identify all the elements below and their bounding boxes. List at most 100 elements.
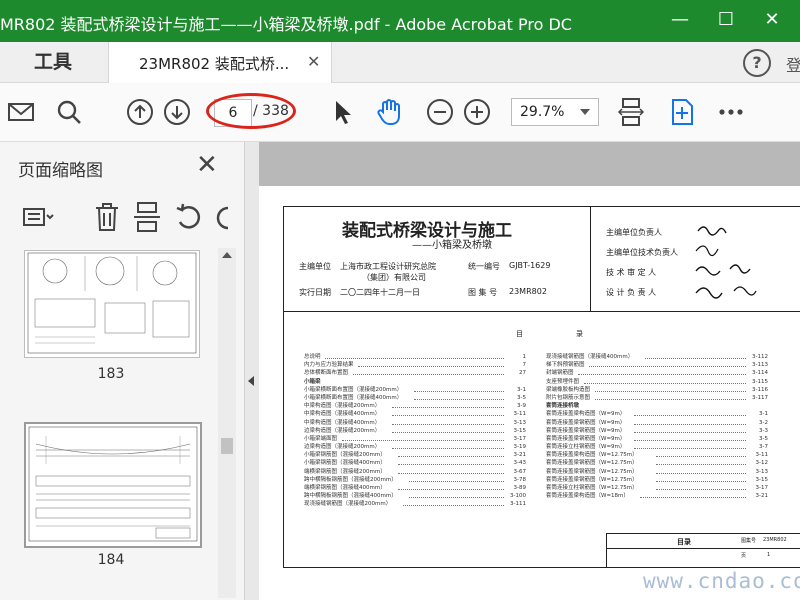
role-label: 技 术 审 定 人 (606, 268, 657, 277)
panel-splitter[interactable] (245, 142, 259, 600)
toc-entry: 套筒连接立柱钢筋图（W=9m） 3-7 (546, 443, 768, 451)
toc-entry: 边梁构造图（混接缝200mm） 3-19 (304, 443, 526, 451)
header-divider (590, 207, 591, 311)
rotate-counterclockwise-icon[interactable] (172, 200, 206, 234)
toc-leader-dots (639, 497, 746, 499)
toc-entry-page: 3-1 (759, 411, 768, 418)
delete-icon[interactable] (90, 200, 124, 234)
toc-leader-dots (656, 464, 746, 466)
more-options-icon[interactable] (716, 97, 746, 127)
close-panel-icon[interactable]: ✕ (196, 150, 218, 180)
tab-document[interactable]: 23MR802 装配式桥... ✕ (108, 42, 332, 83)
toc-leader-dots (358, 366, 504, 368)
toc-entry-title: 边梁构造图（混接缝200mm） (304, 444, 381, 451)
hand-tool-icon[interactable] (374, 97, 404, 127)
toc-entry: 套筒连接盖梁钢筋图（W=9m） 3-3 (546, 427, 768, 435)
toc-leader-dots (392, 448, 504, 450)
toc-entry-page: 3-112 (752, 354, 768, 360)
extract-pages-icon[interactable] (130, 200, 164, 234)
title-block-code-label: 图集号 (741, 538, 757, 544)
toc-leader-dots (392, 431, 504, 433)
toc-entry-title: 跨中横隔板钢筋图（混接缝400mm） (304, 493, 397, 500)
scrollbar-thumb[interactable] (221, 438, 233, 454)
toc-entry-page: 3-43 (513, 460, 526, 467)
zoom-in-icon[interactable] (462, 97, 492, 127)
toc-entry-page: 3-15 (513, 427, 526, 434)
toc-leader-dots (634, 431, 746, 433)
toc-leader-dots (589, 366, 746, 368)
page-thumbnail-184[interactable] (24, 422, 202, 548)
toc-leader-dots (645, 358, 746, 359)
thumbnails-scrollbar[interactable] (218, 248, 236, 598)
toc-entry-page: 3-21 (513, 452, 526, 459)
toc-heading: 录 (576, 330, 583, 338)
toc-entry: 小箱梁端面图 3-17 (304, 435, 526, 443)
email-icon[interactable] (6, 97, 36, 127)
toc-entry-page: 3-7 (759, 444, 768, 451)
toc-leader-dots (578, 374, 746, 376)
toc-entry: 小箱梁钢筋图（混接缝400mm） 3-43 (304, 459, 526, 467)
toc-entry-page: 3-11 (513, 411, 526, 418)
rotate-clockwise-icon[interactable] (214, 200, 228, 234)
minimize-icon[interactable]: — (670, 9, 690, 31)
toc-entry: 套筒连接盖梁构造图（W=12.75m） 3-11 (546, 451, 768, 459)
toc-entry: 套筒连接桥墩 (546, 402, 768, 410)
toc-entry-page: 3-100 (510, 493, 526, 500)
tab-document-label: 23MR802 装配式桥... (139, 55, 290, 73)
toc-entry-title: 套筒连接桥墩 (546, 403, 580, 410)
toc-entry: 套筒连接立柱钢筋图（W=12.75m） 3-17 (546, 484, 768, 492)
help-icon[interactable]: ? (743, 49, 771, 77)
toc-entry-title: 封端钢筋图 (546, 370, 574, 377)
toc-entry: 梁端橡胶板构造图 3-116 (546, 386, 768, 394)
toc-entry-page: 3-17 (513, 435, 526, 442)
toc-entry: 内力与应力验算结果 7 (304, 361, 526, 369)
tab-tools[interactable]: 工具 (0, 42, 106, 82)
toc-entry-title: 套筒连接立柱钢筋图（W=9m） (546, 444, 626, 451)
toc-entry-page: 3-3 (759, 427, 768, 434)
toc-entry-title: 中梁构造图（混接缝200mm） (304, 403, 381, 410)
scroll-up-arrow-icon[interactable] (222, 252, 232, 258)
toc-entry-title: 跨中横隔板钢筋图（混接缝200mm） (304, 476, 397, 483)
close-tab-icon[interactable]: ✕ (307, 52, 320, 71)
chevron-down-icon (580, 109, 590, 115)
previous-page-icon[interactable] (125, 97, 155, 127)
toc-entry-title: 现浇接缝钢筋图（混接缝200mm） (304, 501, 392, 508)
thumbnail-label: 183 (97, 366, 125, 382)
toc-leader-dots (341, 439, 504, 441)
org-label: 主编单位 (299, 262, 331, 271)
zoom-out-icon[interactable] (425, 97, 455, 127)
read-mode-icon[interactable] (667, 97, 697, 127)
close-window-icon[interactable]: ✕ (762, 9, 782, 31)
toc-leader-dots (656, 489, 746, 490)
main-toolbar: 6 / 338 29.7% (0, 83, 800, 142)
toc-entry: 边梁构造图（混接缝200mm） 3-15 (304, 427, 526, 435)
org-name: 上海市政工程设计研究总院 (340, 262, 436, 271)
select-cursor-icon[interactable] (327, 97, 357, 127)
toc-entry: 套筒连接盖梁构造图（W=18m） 3-21 (546, 492, 768, 500)
collapse-panel-arrow-icon[interactable] (248, 376, 254, 386)
toc-entry-page: 27 (519, 370, 526, 377)
toc-entry: 小箱梁钢筋图（混接缝200mm） 3-21 (304, 451, 526, 459)
toc-entry: 总说明 1 (304, 353, 526, 361)
toc-entry-page: 3-5 (517, 394, 526, 401)
sign-in-link[interactable]: 登 (786, 52, 800, 76)
fit-page-icon[interactable] (616, 97, 646, 127)
toc-entry-page: 3-113 (752, 362, 768, 369)
maximize-icon[interactable]: ☐ (716, 9, 736, 31)
toc-entry: 小箱梁横断面布置图（混接缝400mm） 3-5 (304, 394, 526, 402)
toc-entry-page: 3-13 (513, 419, 526, 426)
toc-leader-dots (324, 358, 504, 359)
toc-entry-title: 小箱梁钢筋图（混接缝400mm） (304, 460, 386, 467)
toc-entry: 套筒连接盖梁钢筋图（W=12.75m） 3-13 (546, 468, 768, 476)
document-view[interactable]: 装配式桥梁设计与施工 ——小箱梁及桥墩 主编单位 上海市政工程设计研究总院 （集… (259, 142, 800, 600)
next-page-icon[interactable] (162, 97, 192, 127)
zoom-level-select[interactable]: 29.7% (511, 98, 599, 126)
thumbnail-options-icon[interactable] (20, 200, 54, 234)
page-thumbnail-183[interactable] (24, 250, 200, 358)
toc-leader-dots (397, 489, 504, 490)
role-label: 主编单位技术负责人 (606, 248, 678, 257)
toc-leader-dots (634, 415, 746, 417)
date-label: 实行日期 (299, 288, 331, 297)
search-icon[interactable] (54, 97, 84, 127)
page-number-highlight-annotation (206, 93, 296, 129)
